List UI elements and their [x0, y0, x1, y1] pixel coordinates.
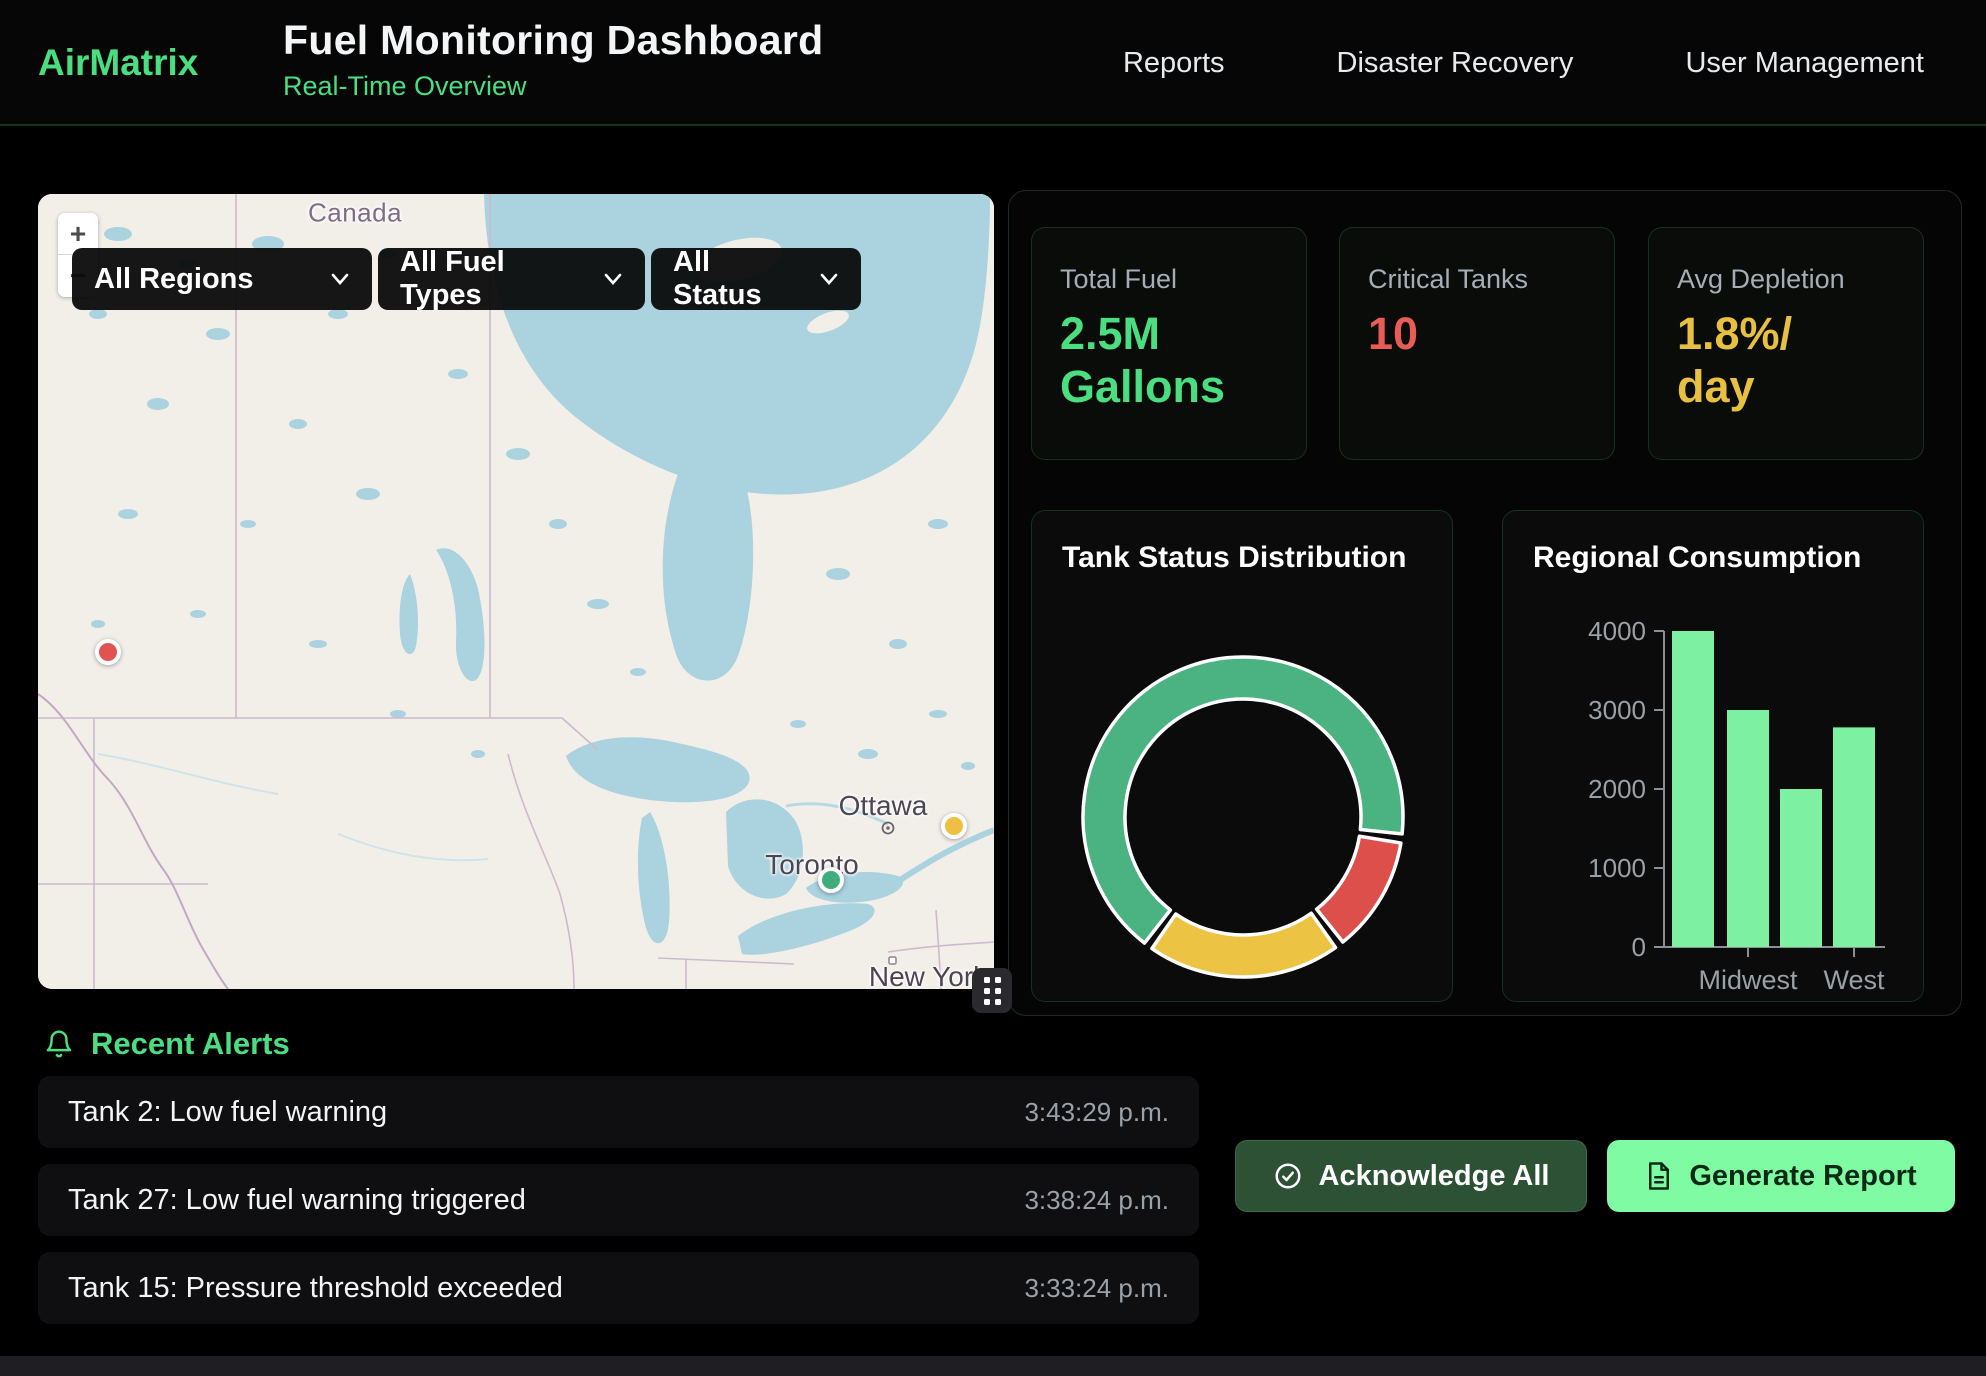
map-canvas — [38, 194, 994, 989]
x-tick-label: West — [1823, 965, 1885, 995]
nav-disaster-recovery[interactable]: Disaster Recovery — [1337, 47, 1574, 80]
acknowledge-all-label: Acknowledge All — [1319, 1160, 1550, 1193]
map-filter-bar: All Regions All Fuel Types All Status — [72, 248, 861, 310]
region-filter-dropdown[interactable]: All Regions — [72, 248, 372, 310]
nav-reports[interactable]: Reports — [1123, 47, 1225, 80]
y-tick-label: 1000 — [1588, 853, 1646, 883]
region-filter-value: All Regions — [94, 263, 254, 296]
page-subtitle: Real-Time Overview — [283, 71, 823, 102]
bar-0 — [1672, 631, 1714, 947]
title-block: Fuel Monitoring Dashboard Real-Time Over… — [283, 17, 823, 102]
stat-card-total-fuel: Total Fuel 2.5M Gallons — [1031, 227, 1307, 460]
metrics-panel: Total Fuel 2.5M Gallons Critical Tanks 1… — [1008, 190, 1962, 1016]
status-filter-value: All Status — [673, 246, 801, 312]
y-tick-label: 3000 — [1588, 695, 1646, 725]
donut-segment-yellow — [1152, 913, 1336, 977]
alert-timestamp: 3:43:29 p.m. — [1024, 1097, 1169, 1128]
map-marker-normal[interactable] — [818, 867, 844, 893]
map-marker-warning[interactable] — [941, 813, 967, 839]
brand-logo[interactable]: AirMatrix — [38, 42, 198, 84]
bar-1 — [1727, 710, 1769, 947]
stat-label: Total Fuel — [1060, 264, 1278, 295]
stat-card-critical-tanks: Critical Tanks 10 — [1339, 227, 1615, 460]
nav-user-management[interactable]: User Management — [1685, 47, 1924, 80]
fuel-monitoring-dashboard: AirMatrix Fuel Monitoring Dashboard Real… — [0, 0, 1986, 1376]
y-tick-label: 4000 — [1588, 616, 1646, 646]
map-panel[interactable]: Canada Ottawa Toronto New York + − All R… — [38, 194, 994, 989]
regional-consumption-chart-card: Regional Consumption 01000200030004000Mi… — [1502, 510, 1924, 1002]
tank-status-donut-chart — [1032, 511, 1454, 1003]
alert-message: Tank 27: Low fuel warning triggered — [68, 1184, 526, 1217]
stat-card-avg-depletion: Avg Depletion 1.8%/day — [1648, 227, 1924, 460]
map-marker-critical[interactable] — [95, 639, 121, 665]
stat-label: Critical Tanks — [1368, 264, 1586, 295]
alert-message: Tank 15: Pressure threshold exceeded — [68, 1272, 563, 1305]
generate-report-label: Generate Report — [1689, 1160, 1916, 1193]
donut-segment-red — [1317, 836, 1401, 942]
alert-message: Tank 2: Low fuel warning — [68, 1096, 387, 1129]
bar-2 — [1780, 789, 1822, 947]
tank-status-chart-card: Tank Status Distribution — [1031, 510, 1453, 1002]
recent-alerts-title: Recent Alerts — [91, 1026, 290, 1062]
fuel-type-filter-value: All Fuel Types — [400, 246, 585, 312]
bell-icon — [44, 1028, 74, 1060]
alert-timestamp: 3:38:24 p.m. — [1024, 1185, 1169, 1216]
alert-row: Tank 27: Low fuel warning triggered 3:38… — [38, 1164, 1199, 1236]
bar-3 — [1833, 727, 1875, 947]
stat-value: 1.8%/day — [1677, 307, 1819, 413]
stat-value: 10 — [1368, 307, 1586, 360]
fuel-type-filter-dropdown[interactable]: All Fuel Types — [378, 248, 645, 310]
regional-consumption-bar-chart: 0 1000 2000 3000 4000 Midwest West — [1503, 511, 1925, 1003]
document-icon — [1645, 1161, 1673, 1191]
map-resize-handle[interactable] — [972, 968, 1012, 1013]
y-tick-label: 2000 — [1588, 774, 1646, 804]
check-circle-icon — [1273, 1161, 1303, 1191]
stat-label: Avg Depletion — [1677, 264, 1895, 295]
chevron-down-icon — [603, 272, 623, 286]
recent-alerts-header: Recent Alerts — [44, 1026, 290, 1062]
header: AirMatrix Fuel Monitoring Dashboard Real… — [0, 0, 1986, 126]
y-tick-label: 0 — [1632, 932, 1646, 962]
page-title: Fuel Monitoring Dashboard — [283, 17, 823, 64]
alert-row: Tank 15: Pressure threshold exceeded 3:3… — [38, 1252, 1199, 1324]
footer-bar — [0, 1356, 1986, 1376]
x-tick-label: Midwest — [1698, 965, 1798, 995]
chevron-down-icon — [819, 272, 839, 286]
status-filter-dropdown[interactable]: All Status — [651, 248, 861, 310]
alert-timestamp: 3:33:24 p.m. — [1024, 1273, 1169, 1304]
acknowledge-all-button[interactable]: Acknowledge All — [1235, 1140, 1587, 1212]
stat-value: 2.5M Gallons — [1060, 307, 1250, 413]
main-nav: Reports Disaster Recovery User Managemen… — [1123, 0, 1924, 126]
chevron-down-icon — [330, 272, 350, 286]
generate-report-button[interactable]: Generate Report — [1607, 1140, 1955, 1212]
alert-row: Tank 2: Low fuel warning 3:43:29 p.m. — [38, 1076, 1199, 1148]
